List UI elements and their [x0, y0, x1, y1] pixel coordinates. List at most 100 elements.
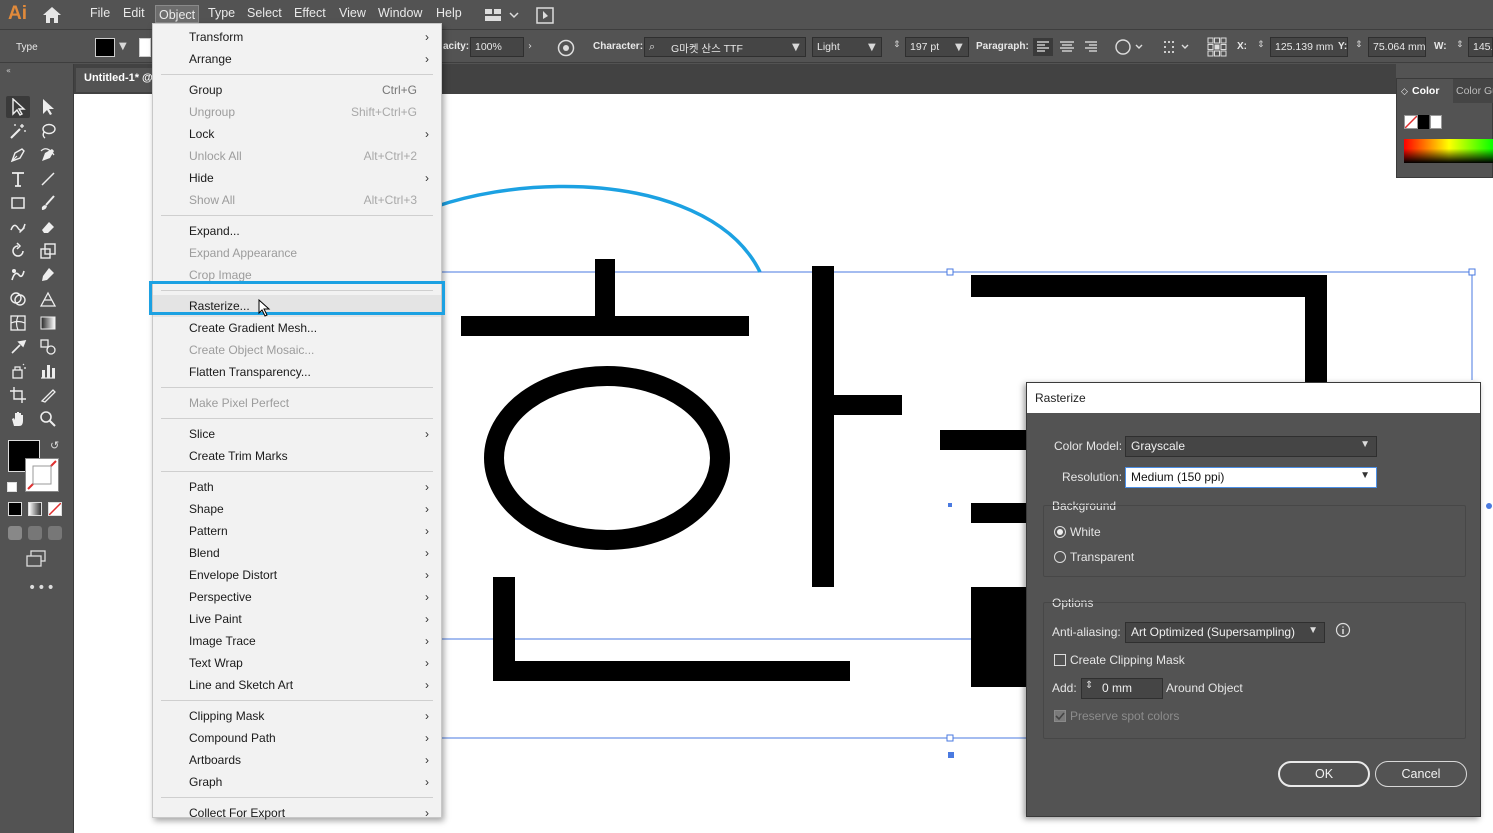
opacity-field[interactable]: 100% — [470, 37, 524, 57]
bg-transparent-radio[interactable] — [1054, 551, 1066, 563]
type-tool-icon[interactable] — [6, 168, 30, 190]
align-objects-icon[interactable] — [1162, 38, 1192, 56]
bg-transparent-label[interactable]: Transparent — [1070, 550, 1134, 564]
column-graph-tool-icon[interactable] — [36, 360, 60, 382]
line-segment-tool-icon[interactable] — [36, 168, 60, 190]
color-spectrum[interactable] — [1404, 139, 1493, 163]
draw-normal-icon[interactable] — [8, 526, 22, 540]
y-field[interactable]: 75.064 mm — [1368, 37, 1426, 57]
screen-mode-icon[interactable] — [25, 550, 47, 568]
menu-view[interactable]: View — [339, 6, 366, 20]
blend-tool-icon[interactable] — [36, 336, 60, 358]
white-swatch[interactable] — [1430, 115, 1442, 129]
gradient-mode-icon[interactable] — [28, 502, 42, 516]
menu-item-blend[interactable]: Blend › — [153, 542, 441, 564]
menu-item-slice[interactable]: Slice › — [153, 423, 441, 445]
artboard-tool-icon[interactable] — [6, 384, 30, 406]
stroke-swatch[interactable] — [139, 38, 151, 57]
recolor-icon[interactable] — [557, 39, 575, 57]
paintbrush-tool-icon[interactable] — [36, 192, 60, 214]
add-stepper-icon[interactable]: ⇕ — [1085, 680, 1093, 691]
puppet-warp-tool-icon[interactable] — [36, 264, 60, 286]
color-panel-collapse-icon[interactable]: ◇ — [1401, 86, 1408, 97]
menu-item-shape[interactable]: Shape › — [153, 498, 441, 520]
menu-item-image-trace[interactable]: Image Trace › — [153, 630, 441, 652]
curvature-tool-icon[interactable] — [36, 144, 60, 166]
menu-item-live-paint[interactable]: Live Paint › — [153, 608, 441, 630]
opacity-arrow-icon[interactable]: › — [528, 41, 532, 52]
ok-button[interactable]: OK — [1278, 761, 1370, 787]
symbol-sprayer-tool-icon[interactable] — [6, 360, 30, 382]
warp-tool-icon[interactable] — [6, 264, 30, 286]
menu-item-line-and-sketch-art[interactable]: Line and Sketch Art › — [153, 674, 441, 696]
perspective-grid-tool-icon[interactable] — [36, 288, 60, 310]
zoom-tool-icon[interactable] — [36, 408, 60, 430]
color-mode-icon[interactable] — [8, 502, 22, 516]
menu-effect[interactable]: Effect — [294, 6, 326, 20]
menu-item-flatten-transparency[interactable]: Flatten Transparency... — [153, 361, 441, 383]
menu-item-hide[interactable]: Hide › — [153, 167, 441, 189]
bg-white-radio[interactable] — [1054, 526, 1066, 538]
resolution-select[interactable]: Medium (150 ppi) ▼ — [1125, 467, 1377, 488]
font-size-dropdown-icon[interactable]: ▼ — [955, 42, 963, 53]
rotate-tool-icon[interactable] — [6, 240, 30, 262]
w-stepper-icon[interactable]: ⇕ — [1456, 40, 1464, 50]
menu-item-pattern[interactable]: Pattern › — [153, 520, 441, 542]
workspace-layout-icon[interactable] — [484, 7, 520, 23]
eyedropper-tool-icon[interactable] — [6, 336, 30, 358]
fill-swatch[interactable] — [95, 38, 115, 57]
clipping-mask-label[interactable]: Create Clipping Mask — [1070, 653, 1185, 667]
menu-type[interactable]: Type — [208, 6, 235, 20]
shape-builder-tool-icon[interactable] — [6, 288, 30, 310]
menu-item-create-trim-marks[interactable]: Create Trim Marks — [153, 445, 441, 467]
menu-item-clipping-mask[interactable]: Clipping Mask › — [153, 705, 441, 727]
cancel-button[interactable]: Cancel — [1375, 761, 1467, 787]
x-stepper-icon[interactable]: ⇕ — [1257, 40, 1265, 50]
gradient-tool-icon[interactable] — [36, 312, 60, 334]
menu-item-create-gradient-mesh[interactable]: Create Gradient Mesh... — [153, 317, 441, 339]
edit-toolbar-icon[interactable]: ••• — [28, 580, 56, 596]
rectangle-tool-icon[interactable] — [6, 192, 30, 214]
character-label[interactable]: Character: — [593, 41, 643, 52]
menu-item-envelope-distort[interactable]: Envelope Distort › — [153, 564, 441, 586]
black-swatch[interactable] — [1418, 115, 1429, 129]
info-icon[interactable] — [1335, 622, 1351, 638]
font-style-dropdown-icon[interactable]: ▼ — [868, 42, 876, 53]
menu-item-path[interactable]: Path › — [153, 476, 441, 498]
menu-edit[interactable]: Edit — [123, 6, 145, 20]
menu-item-arrange[interactable]: Arrange › — [153, 48, 441, 70]
none-swatch-icon[interactable] — [1404, 115, 1418, 129]
menu-item-expand[interactable]: Expand... — [153, 220, 441, 242]
stroke-color-box[interactable] — [25, 458, 59, 492]
menu-item-lock[interactable]: Lock › — [153, 123, 441, 145]
menu-file[interactable]: File — [90, 6, 110, 20]
shaper-tool-icon[interactable] — [6, 216, 30, 238]
font-size-stepper-icon[interactable]: ⇕ — [893, 40, 901, 50]
draw-behind-icon[interactable] — [28, 526, 42, 540]
slice-tool-icon[interactable] — [36, 384, 60, 406]
lasso-tool-icon[interactable] — [36, 120, 60, 142]
document-tab[interactable]: Untitled-1* @ — [76, 68, 161, 92]
menu-item-transform[interactable]: Transform › — [153, 26, 441, 48]
w-field[interactable]: 145. — [1468, 37, 1493, 57]
color-model-select[interactable]: Grayscale ▼ — [1125, 436, 1377, 457]
menu-window[interactable]: Window — [378, 6, 422, 20]
menu-item-unlock-all[interactable]: Unlock All Alt+Ctrl+2 — [153, 145, 441, 167]
menu-item-group[interactable]: Group Ctrl+G — [153, 79, 441, 101]
eraser-tool-icon[interactable] — [36, 216, 60, 238]
paragraph-label[interactable]: Paragraph: — [976, 41, 1029, 52]
menu-item-collect-for-export[interactable]: Collect For Export › — [153, 802, 441, 824]
default-colors-icon[interactable] — [7, 482, 17, 492]
menu-select[interactable]: Select — [247, 6, 282, 20]
align-buttons-icon[interactable] — [1033, 38, 1101, 56]
menu-item-make-pixel-perfect[interactable]: Make Pixel Perfect — [153, 392, 441, 414]
scale-tool-icon[interactable] — [36, 240, 60, 262]
fill-dropdown-icon[interactable]: ▼ — [119, 41, 127, 52]
selection-tool-icon[interactable] — [6, 96, 30, 118]
gpu-performance-icon[interactable] — [536, 7, 554, 24]
home-icon[interactable] — [42, 6, 62, 24]
hand-tool-icon[interactable] — [6, 408, 30, 430]
clipping-mask-checkbox[interactable] — [1054, 654, 1066, 666]
x-field[interactable]: 125.139 mm — [1270, 37, 1348, 57]
collapse-panel-icon[interactable]: « — [6, 66, 11, 75]
